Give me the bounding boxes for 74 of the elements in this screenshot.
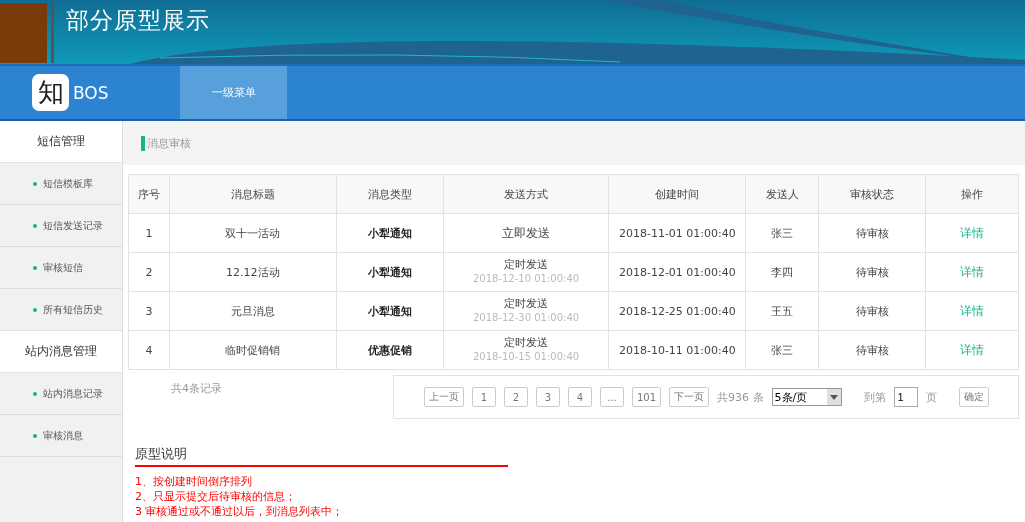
table-cell: 2018-12-01 01:00:40	[608, 252, 746, 292]
column-header: 发送人	[745, 174, 819, 214]
page-button[interactable]: 1	[472, 387, 496, 407]
table-cell: 立即发送	[443, 213, 609, 253]
column-header: 序号	[128, 174, 170, 214]
side-panel-edge	[0, 3, 47, 63]
page-button[interactable]: 3	[536, 387, 560, 407]
prev-page-button[interactable]: 上一页	[424, 387, 464, 407]
table-cell: 1	[128, 213, 170, 253]
column-header: 审核状态	[818, 174, 926, 214]
notes-title: 原型说明	[135, 445, 508, 467]
table-cell: 待审核	[818, 330, 926, 370]
page-input[interactable]: 1	[893, 387, 918, 407]
goto-label: 到第	[863, 389, 886, 405]
table-cell: 12.12活动	[169, 252, 337, 292]
page-suffix: 页	[925, 389, 937, 405]
column-header: 发送方式	[443, 174, 609, 214]
table-cell: 小犁通知	[336, 252, 444, 292]
details-link[interactable]: 详情	[960, 225, 985, 240]
table-cell: 2018-10-11 01:00:40	[608, 330, 746, 370]
page-button[interactable]: 2	[504, 387, 528, 407]
page-button[interactable]: 101	[632, 387, 662, 407]
details-link[interactable]: 详情	[960, 264, 985, 279]
menu-item[interactable]: 一级菜单	[180, 66, 287, 119]
caret-icon	[829, 394, 838, 400]
table-cell: 小犁通知	[336, 213, 444, 253]
table-cell: 定时发送 2018-12-30 01:00:40	[443, 291, 609, 331]
table-cell: 4	[128, 330, 170, 370]
table-cell: 临时促销销	[169, 330, 337, 370]
sidebar-item[interactable]: 短信模板库	[0, 163, 122, 205]
details-link[interactable]: 详情	[960, 342, 985, 357]
column-header: 消息类型	[336, 174, 444, 214]
table-cell: 待审核	[818, 252, 926, 292]
table-cell: 王五	[745, 291, 819, 331]
sidebar-item[interactable]: 站内消息记录	[0, 373, 122, 415]
sidebar-group-header[interactable]: 站内消息管理	[0, 331, 122, 373]
table-cell: 待审核	[818, 213, 926, 253]
column-header: 消息标题	[169, 174, 337, 214]
record-count: 共4条记录	[171, 381, 223, 397]
logo-text: BOS	[73, 82, 109, 103]
total-count: 共936 条	[717, 389, 764, 405]
page-button[interactable]: ...	[600, 387, 624, 407]
table-cell: 张三	[745, 330, 819, 370]
table-cell: 优惠促销	[336, 330, 444, 370]
table-cell: 李四	[745, 252, 819, 292]
table-cell: 双十一活动	[169, 213, 337, 253]
breadcrumb: 消息审核	[141, 135, 191, 151]
note-line: 2、只显示提交后待审核的信息；	[135, 489, 297, 504]
logo-mark: 知	[32, 74, 69, 111]
page-button[interactable]: 4	[568, 387, 592, 407]
column-header: 创建时间	[608, 174, 746, 214]
banner-title: 部分原型展示	[66, 6, 210, 35]
table-cell: 张三	[745, 213, 819, 253]
sidebar-item[interactable]: 审核短信	[0, 247, 122, 289]
table-cell: 小犁通知	[336, 291, 444, 331]
note-line: 3 审核通过或不通过以后，到消息列表中；	[135, 504, 345, 519]
page-size-select[interactable]: 5条/页	[771, 388, 842, 406]
divider-bar	[51, 3, 54, 63]
table-cell: 3	[128, 291, 170, 331]
table-cell: 2018-12-25 01:00:40	[608, 291, 746, 331]
confirm-button[interactable]: 确定	[958, 387, 989, 407]
sidebar-item[interactable]: 短信发送记录	[0, 205, 122, 247]
table-cell: 2	[128, 252, 170, 292]
next-page-button[interactable]: 下一页	[669, 387, 710, 407]
sidebar-group-header[interactable]: 短信管理	[0, 121, 122, 163]
table-cell: 2018-11-01 01:00:40	[608, 213, 746, 253]
table-cell: 定时发送 2018-12-10 01:00:40	[443, 252, 609, 292]
table-cell: 定时发送 2018-10-15 01:00:40	[443, 330, 609, 370]
note-line: 1、按创建时间倒序排列	[135, 474, 253, 489]
table-cell: 待审核	[818, 291, 926, 331]
details-link[interactable]: 详情	[960, 303, 985, 318]
table-cell: 元旦消息	[169, 291, 337, 331]
sidebar-item[interactable]: 审核消息	[0, 415, 122, 457]
column-header: 操作	[925, 174, 1019, 214]
